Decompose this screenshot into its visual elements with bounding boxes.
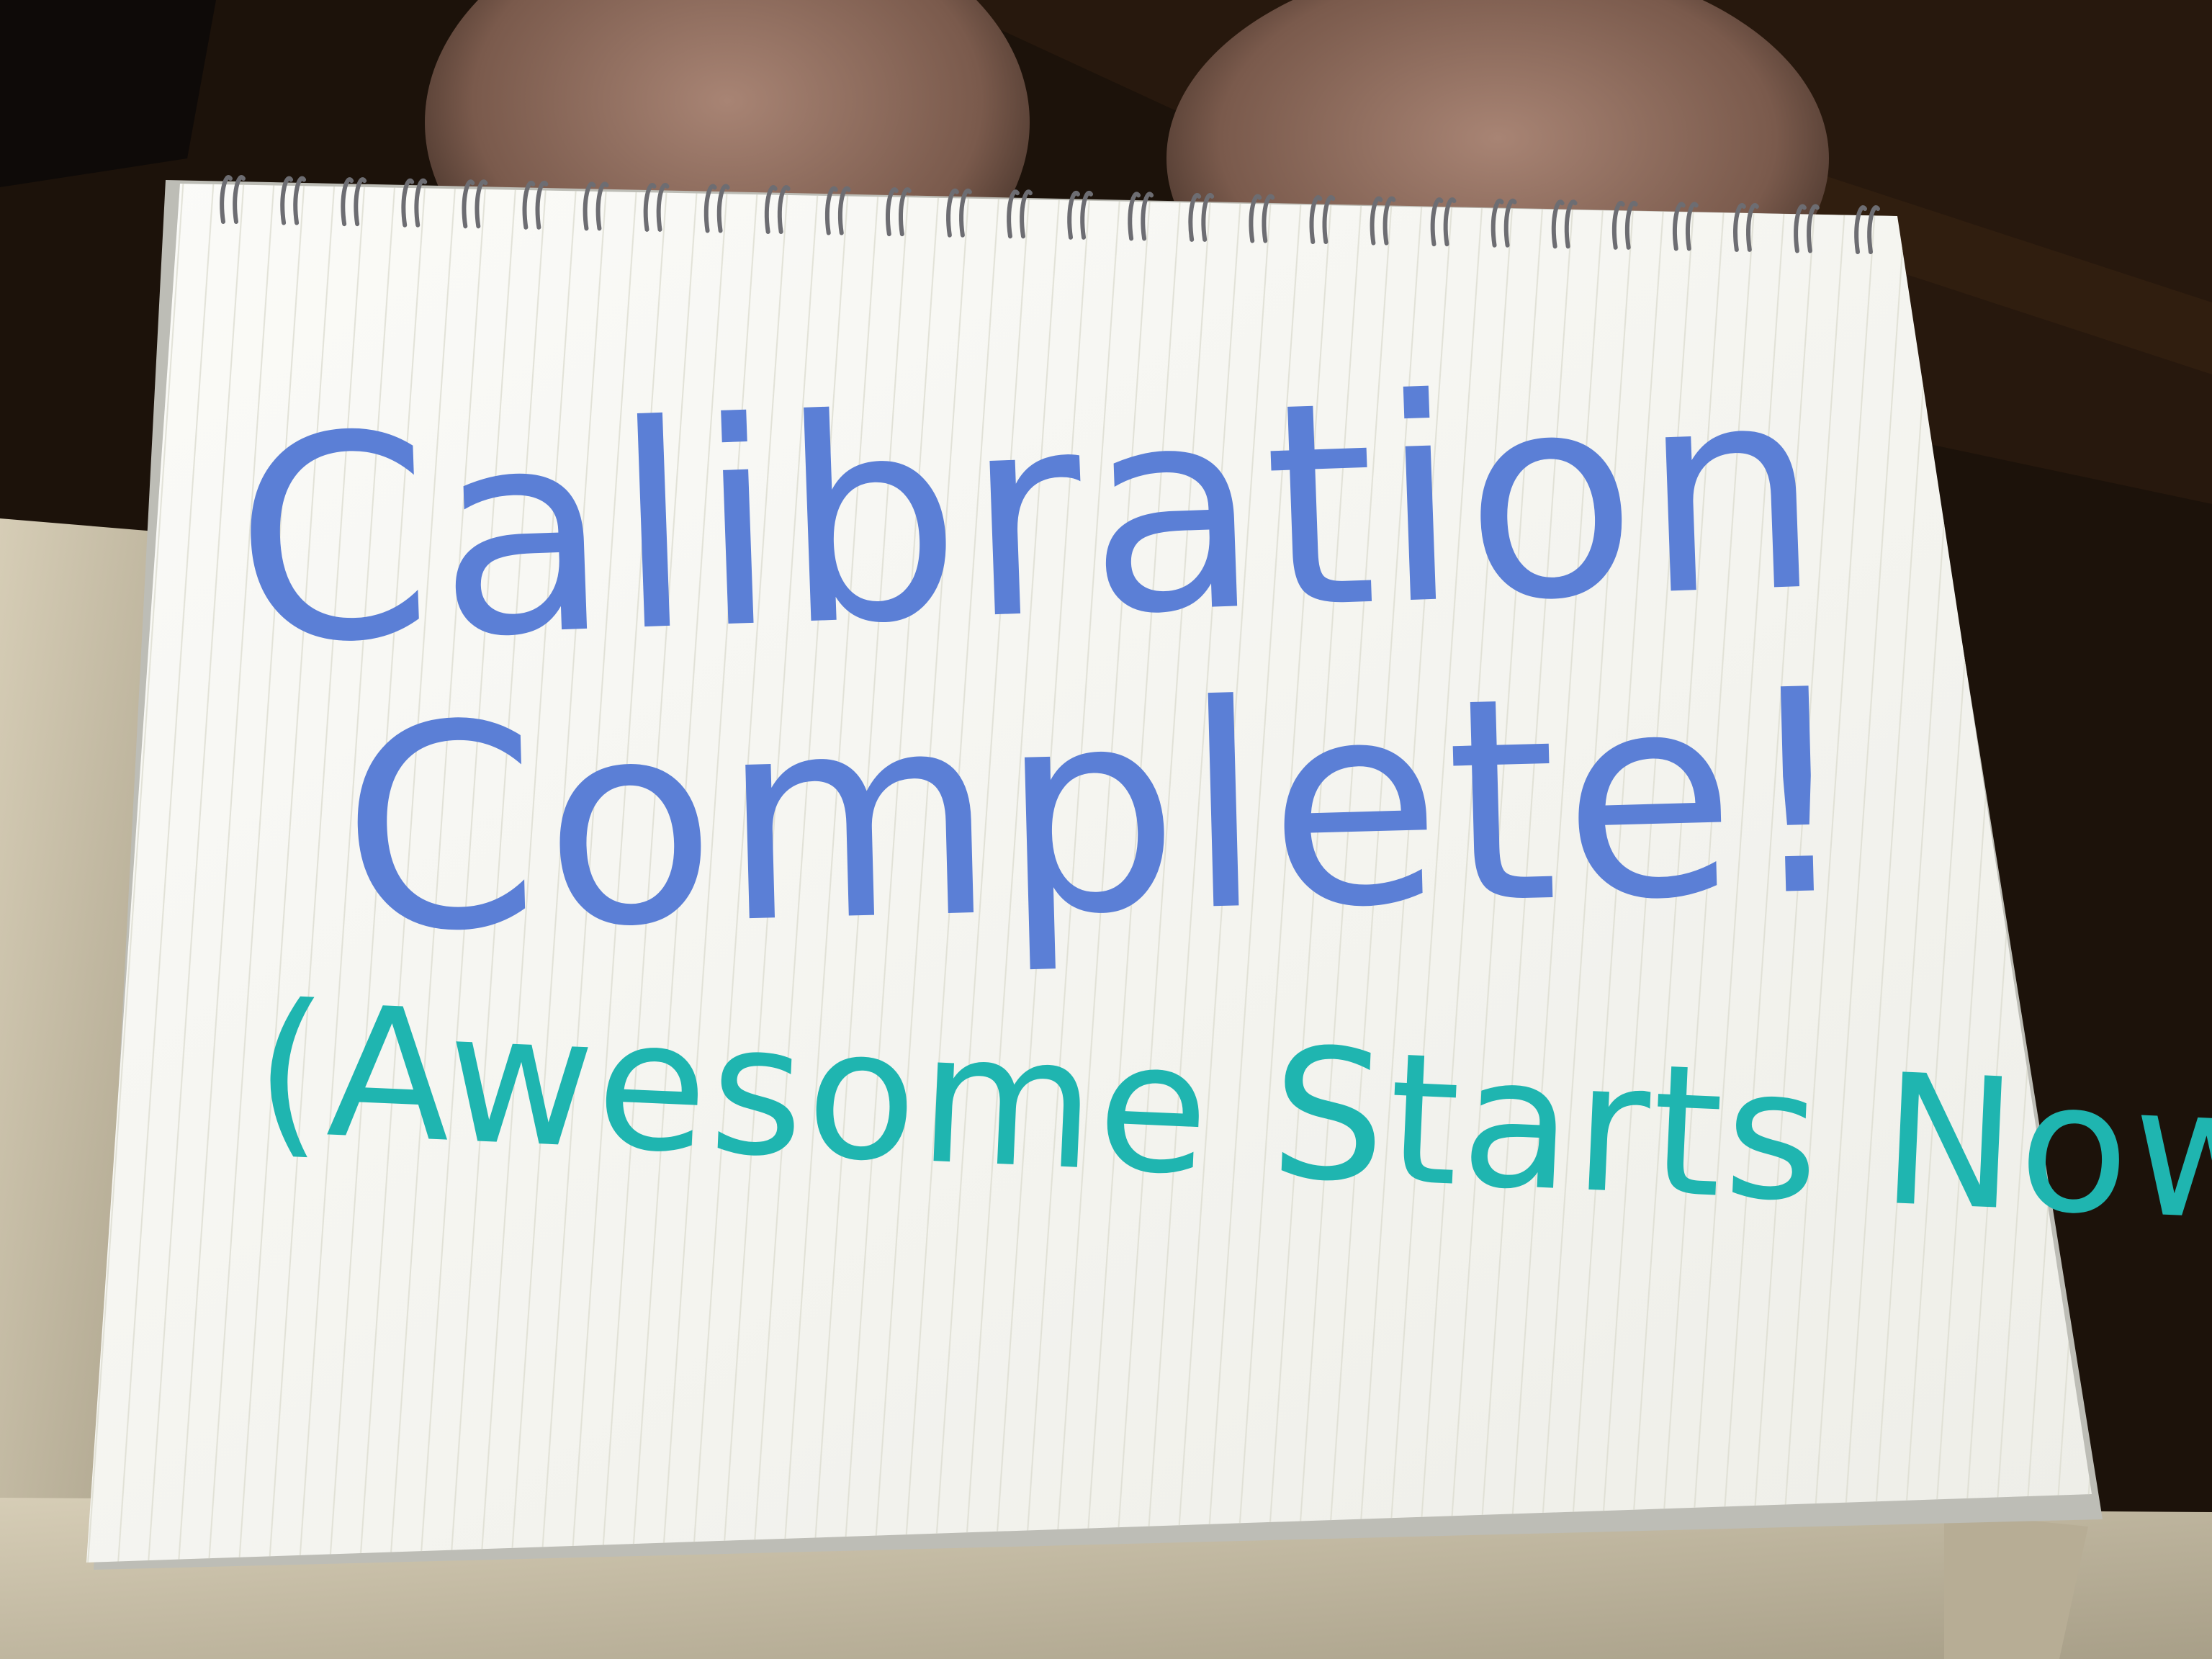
note-line-complete: Complete! [338,628,1864,995]
note-line-calibration: Calibration [229,324,1832,707]
photo-scene: Calibration Complete! (Awesome Starts No… [0,0,2212,1659]
